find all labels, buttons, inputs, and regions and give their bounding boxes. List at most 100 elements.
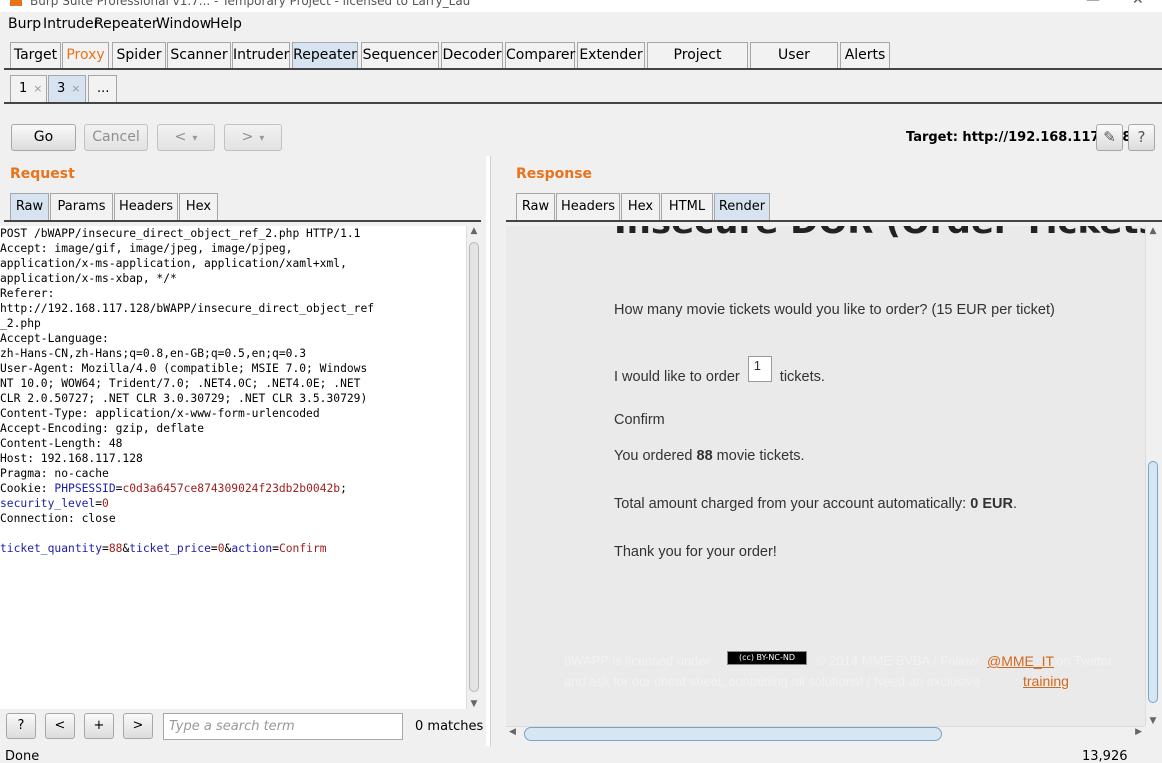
request-line: Connection: close	[0, 512, 116, 525]
ordered-prefix: You ordered	[614, 448, 697, 464]
tab-user-options[interactable]: User options	[750, 42, 838, 88]
tab-target[interactable]: Target	[10, 42, 61, 69]
go-button[interactable]: Go	[11, 124, 76, 151]
scrollbar-thumb[interactable]	[1148, 461, 1158, 703]
search-prev-button[interactable]: <	[45, 713, 75, 739]
search-add-button[interactable]: +	[84, 713, 114, 739]
menu-window[interactable]: Window	[156, 16, 211, 32]
request-editor[interactable]: POST /bWAPP/insecure_direct_object_ref_2…	[0, 226, 468, 709]
scroll-right-icon[interactable]: ▶	[1135, 727, 1142, 737]
order-suffix: tickets.	[779, 368, 825, 385]
response-tab-html[interactable]: HTML	[661, 193, 713, 220]
cancel-button[interactable]: Cancel	[84, 124, 148, 151]
subtab-underline	[4, 102, 1162, 104]
tab-scanner[interactable]: Scanner	[167, 42, 231, 69]
search-input[interactable]	[163, 713, 403, 740]
tab-intruder[interactable]: Intruder	[232, 42, 290, 69]
menu-burp[interactable]: Burp	[8, 16, 41, 32]
tab-spider[interactable]: Spider	[112, 42, 166, 69]
request-tab-hex[interactable]: Hex	[179, 193, 218, 220]
request-body-line: ticket_quantity=88&ticket_price=0&action…	[0, 541, 468, 556]
new-tab-label: ...	[97, 81, 110, 96]
back-history-dropdown-icon[interactable]: ▾	[192, 133, 197, 144]
total-suffix: .	[1012, 496, 1017, 512]
tab-sequencer[interactable]: Sequencer	[361, 42, 439, 69]
request-tab-headers[interactable]: Headers	[114, 193, 178, 220]
param-value: 0	[217, 542, 225, 555]
edit-target-icon[interactable]: ✎	[1096, 124, 1123, 151]
repeater-tab-label: 1	[19, 81, 28, 96]
footer-twitter-text: on Twitter	[1056, 653, 1113, 668]
request-line: User-Agent: Mozilla/4.0 (compatible; MSI…	[0, 362, 368, 375]
param-key: ticket_price	[129, 542, 211, 555]
repeater-tab-3[interactable]: 3 ×	[48, 75, 86, 102]
cc-license-badge[interactable]: (cc) BY-NC-ND	[727, 651, 807, 665]
forward-button[interactable]: > ▾	[224, 124, 282, 151]
tab-proxy[interactable]: Proxy	[62, 42, 109, 69]
back-arrow-icon: <	[174, 129, 187, 145]
close-window-icon[interactable]: ✕	[1132, 0, 1144, 8]
scroll-up-icon[interactable]: ▲	[1146, 226, 1160, 236]
request-line: Referer:	[0, 287, 55, 300]
menu-help[interactable]: Help	[210, 16, 242, 32]
response-title: Response	[516, 166, 593, 182]
close-tab-icon[interactable]: ×	[33, 82, 42, 95]
back-button[interactable]: < ▾	[157, 124, 215, 151]
cookie-key: security_level	[0, 497, 96, 510]
tab-repeater[interactable]: Repeater	[292, 42, 358, 69]
total-message: Total amount charged from your account a…	[614, 496, 1017, 512]
total-amount: 0 EUR	[970, 496, 1013, 512]
thank-you-message: Thank you for your order!	[614, 544, 777, 560]
tab-extender[interactable]: Extender	[577, 42, 645, 69]
ordered-count: 88	[696, 448, 713, 464]
scroll-down-icon[interactable]: ▼	[467, 699, 481, 709]
scrollbar-thumb[interactable]	[524, 727, 942, 741]
minimize-icon[interactable]: —	[1086, 0, 1100, 8]
training-link[interactable]: training	[1023, 673, 1069, 689]
menu-repeater[interactable]: Repeater	[94, 16, 158, 32]
response-tab-headers[interactable]: Headers	[556, 193, 620, 220]
repeater-tab-1[interactable]: 1 ×	[10, 75, 47, 102]
menu-intruder[interactable]: Intruder	[43, 16, 99, 32]
request-tab-params[interactable]: Params	[50, 193, 113, 220]
tab-comparer[interactable]: Comparer	[505, 42, 575, 69]
confirm-button[interactable]: Confirm	[614, 412, 665, 428]
scrollbar-thumb[interactable]	[469, 242, 479, 692]
ordered-suffix: movie tickets.	[712, 448, 805, 464]
search-next-button[interactable]: >	[123, 713, 153, 739]
request-line: POST /bWAPP/insecure_direct_object_ref_2…	[0, 227, 361, 240]
total-prefix: Total amount charged from your account a…	[614, 496, 971, 512]
help-icon[interactable]: ?	[1128, 124, 1155, 151]
response-tab-hex[interactable]: Hex	[621, 193, 660, 220]
response-vertical-scrollbar[interactable]: ▲ ▼	[1145, 226, 1160, 726]
request-line: application/x-ms-xbap, */*	[0, 272, 177, 285]
burp-logo-icon	[10, 0, 22, 6]
tab-decoder[interactable]: Decoder	[441, 42, 503, 69]
repeater-tab-new[interactable]: ...	[88, 75, 117, 102]
cookie-line: Cookie: PHPSESSID=c0d3a6457ce874309024f2…	[0, 482, 347, 495]
request-line: NT 10.0; WOW64; Trident/7.0; .NET4.0C; .…	[0, 377, 361, 390]
scroll-left-icon[interactable]: ◀	[509, 727, 516, 737]
response-horizontal-scrollbar[interactable]: ◀ ▶	[506, 726, 1145, 742]
request-vertical-scrollbar[interactable]: ▲ ▼	[466, 226, 481, 709]
request-tab-raw[interactable]: Raw	[10, 193, 49, 220]
tab-project-options[interactable]: Project options	[647, 42, 748, 88]
scroll-down-icon[interactable]: ▼	[1146, 716, 1160, 726]
menu-bar: Burp Intruder Repeater Window Help	[0, 12, 1162, 38]
ticket-quantity-input[interactable]: 1	[747, 356, 772, 382]
window-title: Burp Suite Professional v1.7... - Tempor…	[30, 0, 471, 8]
request-line: CLR 2.0.50727; .NET CLR 3.0.30729; .NET …	[0, 392, 368, 405]
tab-alerts[interactable]: Alerts	[840, 42, 890, 69]
search-help-icon[interactable]: ?	[6, 713, 36, 739]
param-key: action	[231, 542, 273, 555]
request-line: Host: 192.168.117.128	[0, 452, 143, 465]
request-search-bar: ? < + > 0 matches	[0, 709, 486, 746]
response-tab-raw[interactable]: Raw	[516, 193, 555, 220]
response-tab-render[interactable]: Render	[714, 193, 770, 220]
order-prefix: I would like to order	[614, 368, 740, 385]
forward-history-dropdown-icon[interactable]: ▾	[259, 133, 264, 144]
scroll-up-icon[interactable]: ▲	[467, 226, 481, 236]
cookie-value: c0d3a6457ce874309024f23db2b0042b	[122, 482, 341, 495]
close-tab-icon[interactable]: ×	[71, 82, 80, 95]
twitter-link[interactable]: @MME_IT	[987, 653, 1054, 669]
